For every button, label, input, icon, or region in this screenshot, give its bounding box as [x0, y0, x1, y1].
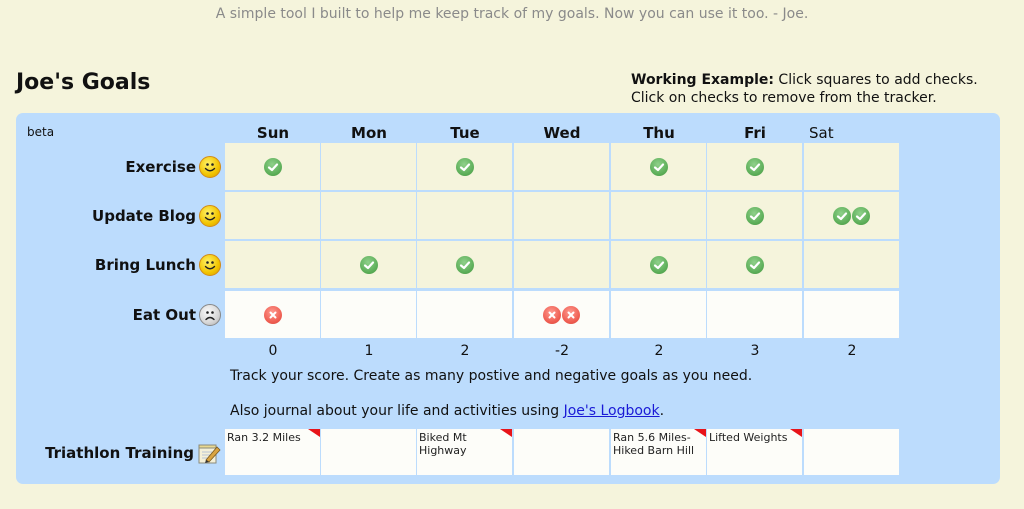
score-note: Track your score. Create as many postive…	[230, 368, 753, 384]
log-cell-sat[interactable]	[804, 429, 899, 475]
instructions-line2: Click on checks to remove from the track…	[631, 90, 937, 106]
tracker-cell-exercise-thu[interactable]	[611, 143, 706, 190]
day-header-sat: Sat	[809, 124, 834, 142]
tracker-cell-bring-lunch-mon[interactable]	[321, 241, 416, 288]
check-icon[interactable]	[649, 157, 668, 176]
day-score-sun: 0	[268, 343, 278, 359]
logbook-note-suffix: .	[659, 403, 665, 419]
goal-label-update-blog[interactable]: Update Blog	[16, 192, 221, 240]
check-icon[interactable]	[745, 255, 764, 274]
tracker-cell-update-blog-sat[interactable]	[804, 192, 899, 239]
check-icon[interactable]	[852, 206, 870, 225]
log-row-label: Triathlon Training	[16, 429, 221, 477]
tracker-cell-bring-lunch-fri[interactable]	[707, 241, 802, 288]
log-name: Triathlon Training	[45, 444, 194, 462]
cross-icon[interactable]	[263, 305, 282, 324]
beta-label: beta	[27, 125, 55, 139]
page-title: Joe's Goals	[16, 70, 151, 95]
instructions-line1: Click squares to add checks.	[773, 72, 978, 88]
check-icon[interactable]	[649, 255, 668, 274]
tracker-cell-eat-out-fri[interactable]	[707, 291, 802, 338]
log-entry-text: Ran 5.6 Miles- Hiked Barn Hill	[613, 431, 695, 457]
tracker-cell-update-blog-tue[interactable]	[417, 192, 512, 239]
happy-face-icon	[199, 254, 221, 276]
happy-face-icon	[199, 156, 221, 178]
sad-face-icon	[199, 304, 221, 326]
goal-name: Update Blog	[92, 207, 196, 225]
log-cell-tue[interactable]: Biked Mt Highway	[417, 429, 512, 475]
tracker-cell-eat-out-wed[interactable]	[514, 291, 609, 338]
goal-name: Bring Lunch	[94, 256, 196, 274]
tracker-cell-exercise-mon[interactable]	[321, 143, 416, 190]
log-cell-fri[interactable]: Lifted Weights	[707, 429, 802, 475]
day-score-thu: 2	[654, 343, 664, 359]
check-icon[interactable]	[359, 255, 378, 274]
check-icon[interactable]	[745, 206, 764, 225]
day-header-thu: Thu	[643, 124, 675, 142]
check-icon[interactable]	[263, 157, 282, 176]
day-header-fri: Fri	[744, 124, 766, 142]
tracker-cell-bring-lunch-wed[interactable]	[514, 241, 609, 288]
check-icon[interactable]	[455, 255, 474, 274]
tracker-cell-update-blog-fri[interactable]	[707, 192, 802, 239]
note-flag-icon[interactable]	[308, 429, 320, 437]
log-entry-text: Biked Mt Highway	[419, 431, 467, 457]
day-header-wed: Wed	[543, 124, 581, 142]
goal-name: Eat Out	[132, 306, 196, 324]
log-entry-text: Ran 3.2 Miles	[227, 431, 301, 444]
cross-icon[interactable]	[562, 305, 580, 324]
tracker-cell-eat-out-tue[interactable]	[417, 291, 512, 338]
notepad-icon[interactable]	[197, 441, 221, 465]
day-score-fri: 3	[750, 343, 760, 359]
tracker-cell-bring-lunch-sat[interactable]	[804, 241, 899, 288]
logbook-note: Also journal about your life and activit…	[230, 403, 664, 419]
goal-label-eat-out[interactable]: Eat Out	[16, 291, 221, 339]
goal-label-bring-lunch[interactable]: Bring Lunch	[16, 241, 221, 289]
note-flag-icon[interactable]	[694, 429, 706, 437]
tracker-cell-update-blog-sun[interactable]	[225, 192, 320, 239]
goals-tracker-panel: beta Sun Mon Tue Wed Thu Fri Sat Exercise Updat…	[16, 113, 1000, 484]
tracker-cell-eat-out-sat[interactable]	[804, 291, 899, 338]
tracker-cell-exercise-tue[interactable]	[417, 143, 512, 190]
tracker-cell-eat-out-mon[interactable]	[321, 291, 416, 338]
logbook-note-prefix: Also journal about your life and activit…	[230, 403, 564, 419]
logbook-link[interactable]: Joe's Logbook	[564, 403, 660, 419]
check-icon[interactable]	[745, 157, 764, 176]
tracker-cell-exercise-sun[interactable]	[225, 143, 320, 190]
cross-icon[interactable]	[543, 305, 561, 324]
tagline: A simple tool I built to help me keep tr…	[215, 6, 809, 22]
day-score-wed: -2	[555, 343, 569, 359]
tracker-cell-exercise-wed[interactable]	[514, 143, 609, 190]
instructions-heading: Working Example:	[631, 72, 774, 88]
log-cell-thu[interactable]: Ran 5.6 Miles- Hiked Barn Hill	[611, 429, 706, 475]
tracker-cell-eat-out-thu[interactable]	[611, 291, 706, 338]
check-icon[interactable]	[833, 206, 851, 225]
log-cell-mon[interactable]	[321, 429, 416, 475]
instructions: Working Example: Click squares to add ch…	[631, 71, 978, 107]
tracker-cell-update-blog-thu[interactable]	[611, 192, 706, 239]
day-score-tue: 2	[460, 343, 470, 359]
day-header-tue: Tue	[450, 124, 480, 142]
log-cell-sun[interactable]: Ran 3.2 Miles	[225, 429, 320, 475]
note-flag-icon[interactable]	[500, 429, 512, 437]
tracker-cell-exercise-sat[interactable]	[804, 143, 899, 190]
tracker-cell-bring-lunch-sun[interactable]	[225, 241, 320, 288]
happy-face-icon	[199, 205, 221, 227]
log-cell-wed[interactable]	[514, 429, 609, 475]
tracker-cell-bring-lunch-tue[interactable]	[417, 241, 512, 288]
note-flag-icon[interactable]	[790, 429, 802, 437]
check-icon[interactable]	[455, 157, 474, 176]
tracker-cell-update-blog-mon[interactable]	[321, 192, 416, 239]
day-header-mon: Mon	[351, 124, 387, 142]
goal-label-exercise[interactable]: Exercise	[16, 143, 221, 191]
tracker-cell-bring-lunch-thu[interactable]	[611, 241, 706, 288]
day-score-mon: 1	[364, 343, 374, 359]
tracker-cell-exercise-fri[interactable]	[707, 143, 802, 190]
day-header-sun: Sun	[256, 124, 290, 142]
log-entry-text: Lifted Weights	[709, 431, 788, 444]
day-score-sat: 2	[847, 343, 857, 359]
tracker-cell-update-blog-wed[interactable]	[514, 192, 609, 239]
goal-name: Exercise	[125, 158, 196, 176]
tracker-cell-eat-out-sun[interactable]	[225, 291, 320, 338]
